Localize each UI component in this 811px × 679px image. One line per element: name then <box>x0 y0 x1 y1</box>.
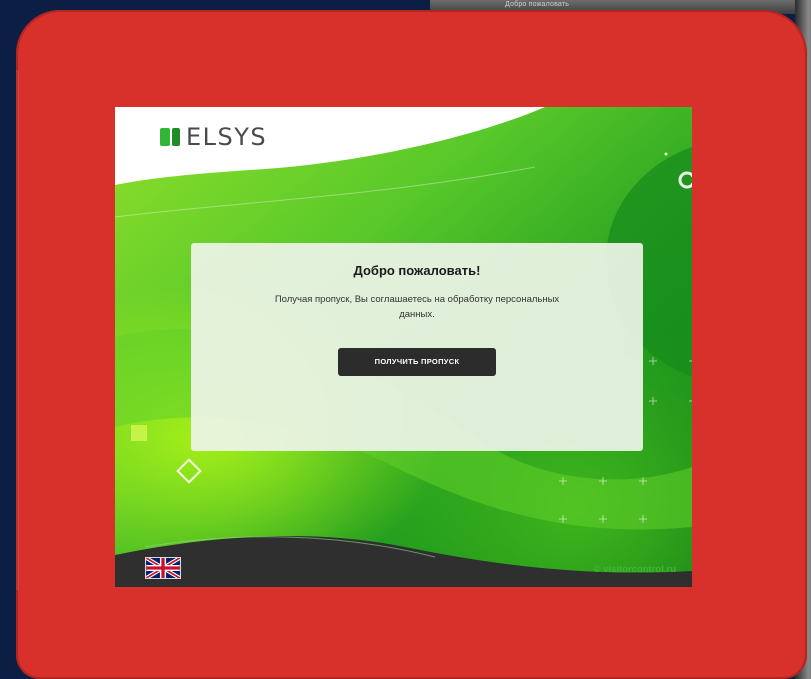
welcome-title: Добро пожаловать! <box>353 263 481 278</box>
get-pass-button[interactable]: ПОЛУЧИТЬ ПРОПУСК <box>338 348 496 376</box>
stage: Добро пожаловать ELSYS Добро пожаловать!… <box>0 0 811 679</box>
square-decoration <box>131 425 147 441</box>
uk-flag-icon[interactable] <box>145 557 181 579</box>
diamond-decoration <box>176 458 202 484</box>
welcome-panel: Добро пожаловать! Получая пропуск, Вы со… <box>191 243 643 451</box>
elsys-logo: ELSYS <box>160 123 268 151</box>
device-top-label: Добро пожаловать <box>505 1 570 8</box>
footer-credit[interactable]: © visitorcontrol.ru <box>594 564 676 575</box>
welcome-text: Получая пропуск, Вы соглашаетесь на обра… <box>274 294 560 320</box>
logo-text: ELSYS <box>186 123 268 151</box>
bottom-dark-wave <box>115 535 692 587</box>
dot-decoration <box>664 152 668 156</box>
kiosk-screen: ELSYS Добро пожаловать! Получая пропуск,… <box>115 107 692 587</box>
elsys-logo-icon <box>160 128 180 146</box>
